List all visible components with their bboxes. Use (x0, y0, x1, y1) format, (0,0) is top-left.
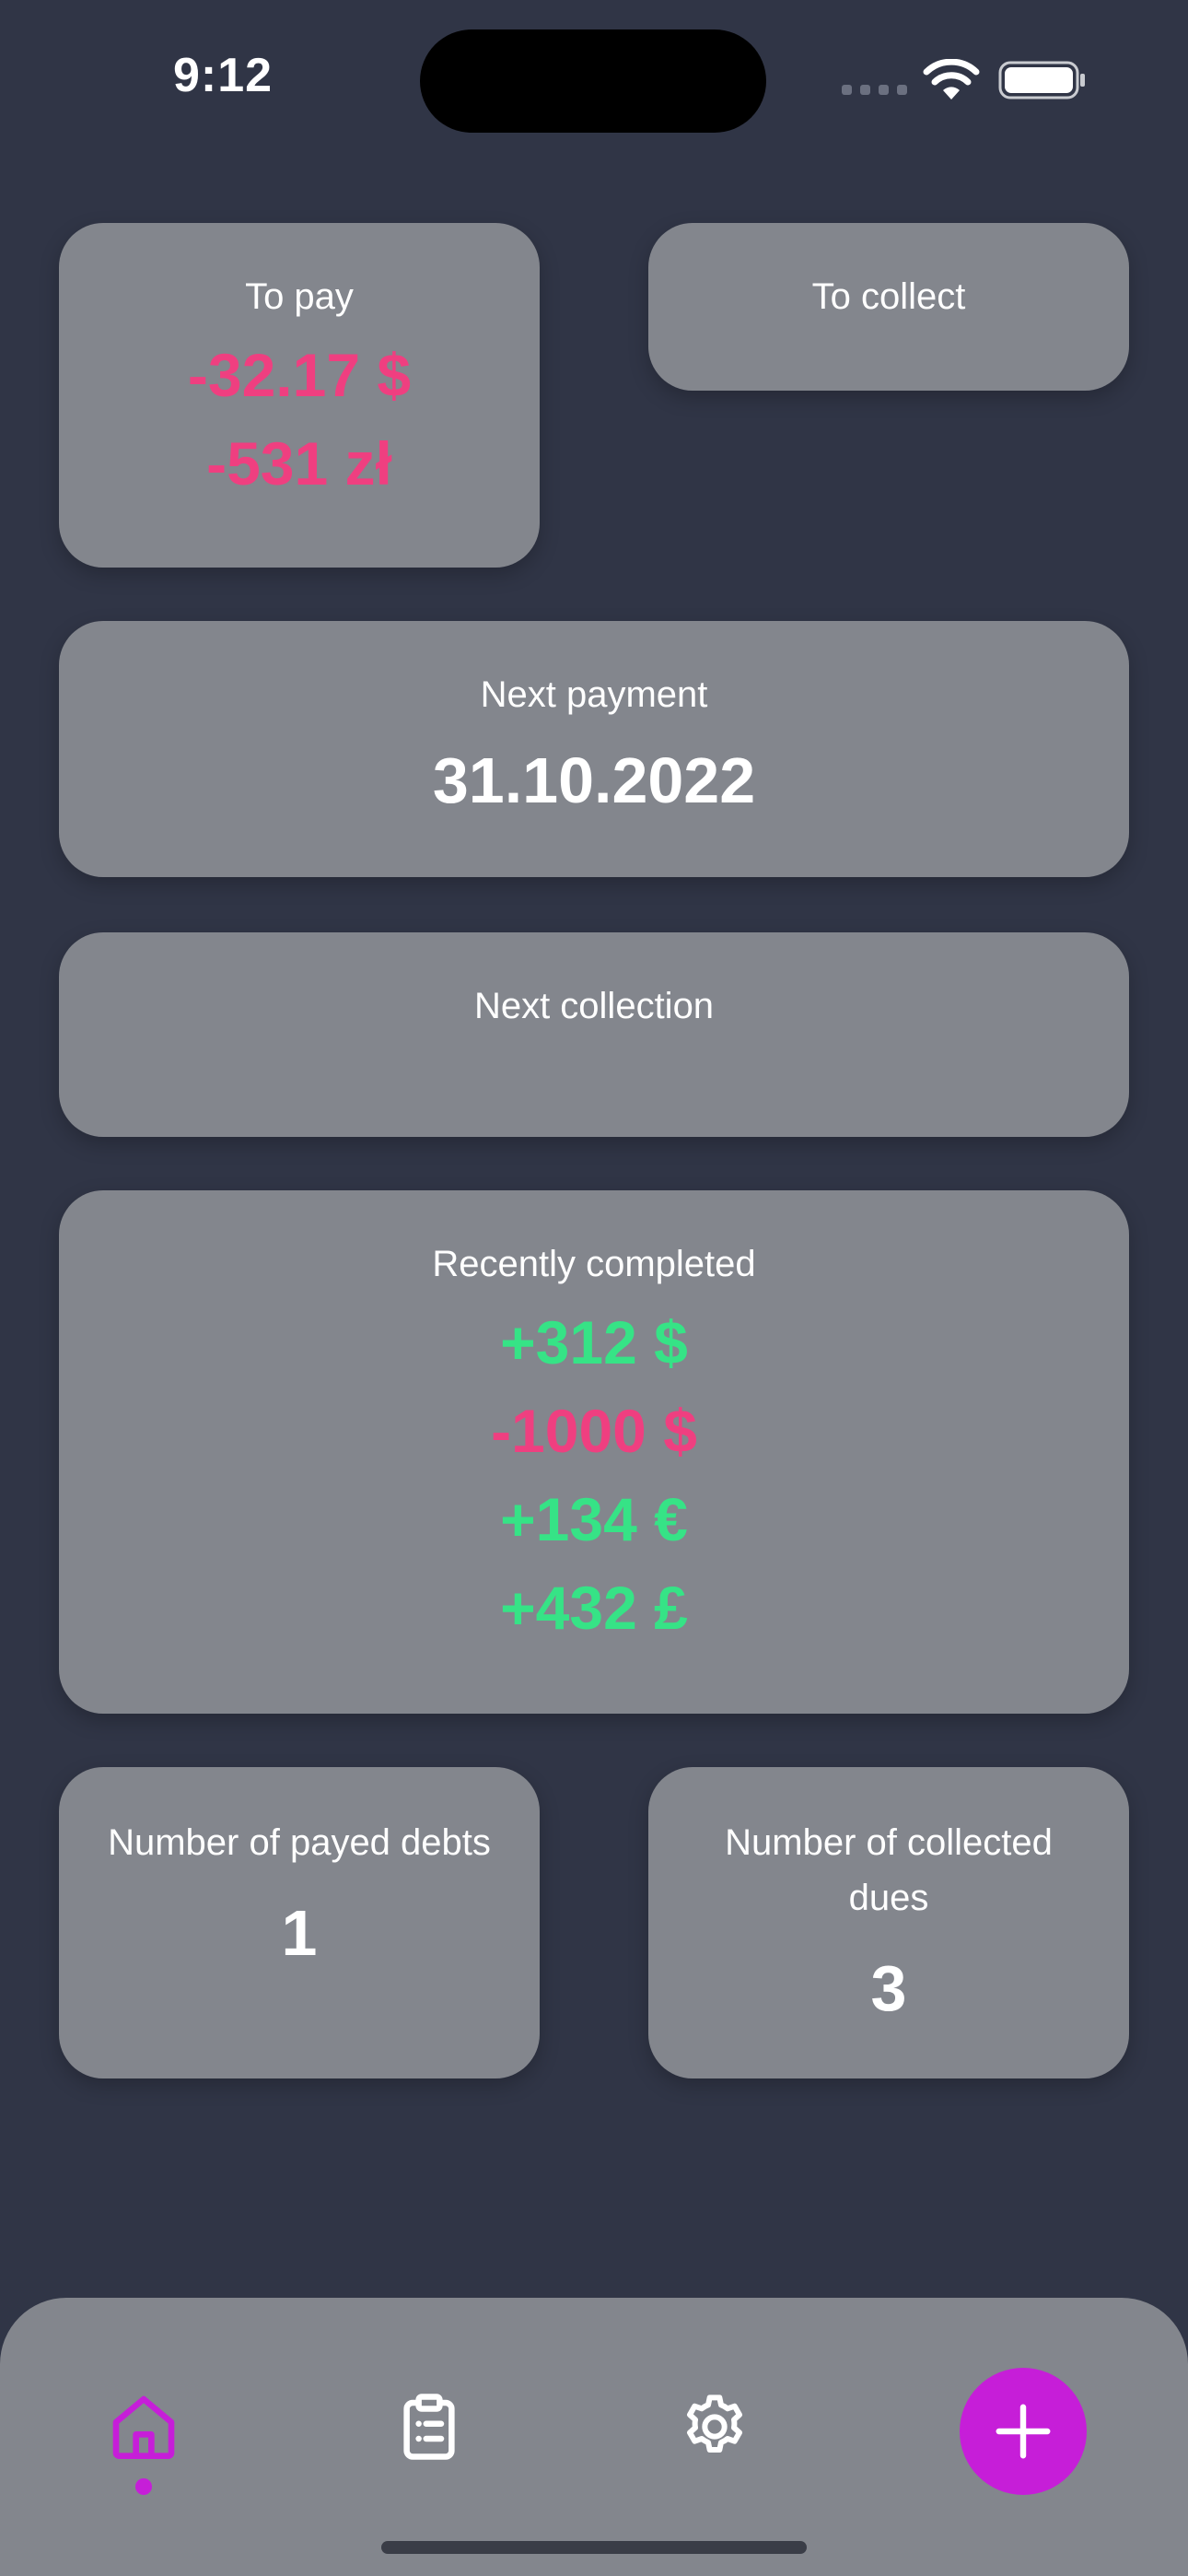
recently-completed-amounts: +312 $ -1000 $ +134 € +432 £ (59, 1298, 1129, 1652)
to-pay-label: To pay (245, 276, 354, 317)
next-payment-card[interactable]: Next payment 31.10.2022 (59, 621, 1129, 877)
payed-debts-label: Number of payed debts (108, 1822, 491, 1863)
home-screen: 9:12 To pay -32.17 $ -531 zł To collect … (0, 0, 1188, 2576)
tab-list[interactable] (383, 2381, 475, 2473)
completed-amount: +134 € (500, 1485, 688, 1553)
dynamic-island (420, 29, 766, 133)
next-collection-label: Next collection (473, 986, 715, 1026)
collected-dues-card[interactable]: Number of collected dues 3 (648, 1767, 1129, 2078)
battery-icon (998, 61, 1085, 100)
plus-icon (996, 2404, 1051, 2459)
wifi-icon (923, 59, 980, 100)
cellular-signal-icon (842, 85, 907, 95)
completed-amount: -1000 $ (491, 1397, 697, 1465)
clipboard-list-icon (403, 2394, 455, 2460)
tab-settings[interactable] (669, 2381, 761, 2473)
home-indicator[interactable] (381, 2541, 807, 2554)
collected-dues-label: Number of collected dues (725, 1822, 1053, 1918)
to-collect-label: To collect (811, 276, 966, 317)
collected-dues-count: 3 (870, 1952, 907, 2024)
completed-amount: +312 $ (500, 1308, 688, 1376)
recently-completed-card[interactable]: Recently completed +312 $ -1000 $ +134 €… (59, 1190, 1129, 1714)
home-icon (112, 2395, 175, 2459)
payed-debts-count: 1 (281, 1897, 318, 1969)
completed-amount: +432 £ (500, 1574, 688, 1642)
add-button[interactable] (960, 2368, 1087, 2495)
next-payment-label: Next payment (480, 674, 708, 715)
to-collect-card[interactable]: To collect (648, 223, 1129, 391)
to-pay-card[interactable]: To pay -32.17 $ -531 zł (59, 223, 540, 568)
tab-bar (0, 2298, 1188, 2576)
payed-debts-card[interactable]: Number of payed debts 1 (59, 1767, 540, 2078)
gear-icon (687, 2395, 742, 2453)
to-pay-amounts: -32.17 $ -531 zł (59, 331, 540, 508)
tab-home[interactable] (98, 2381, 190, 2473)
status-time: 9:12 (173, 49, 274, 102)
next-payment-date: 31.10.2022 (432, 744, 756, 816)
to-pay-amount: -32.17 $ (187, 341, 412, 409)
recently-completed-label: Recently completed (432, 1244, 756, 1284)
next-collection-card[interactable]: Next collection (59, 932, 1129, 1137)
active-tab-indicator (135, 2478, 152, 2495)
to-pay-amount: -531 zł (206, 429, 392, 498)
